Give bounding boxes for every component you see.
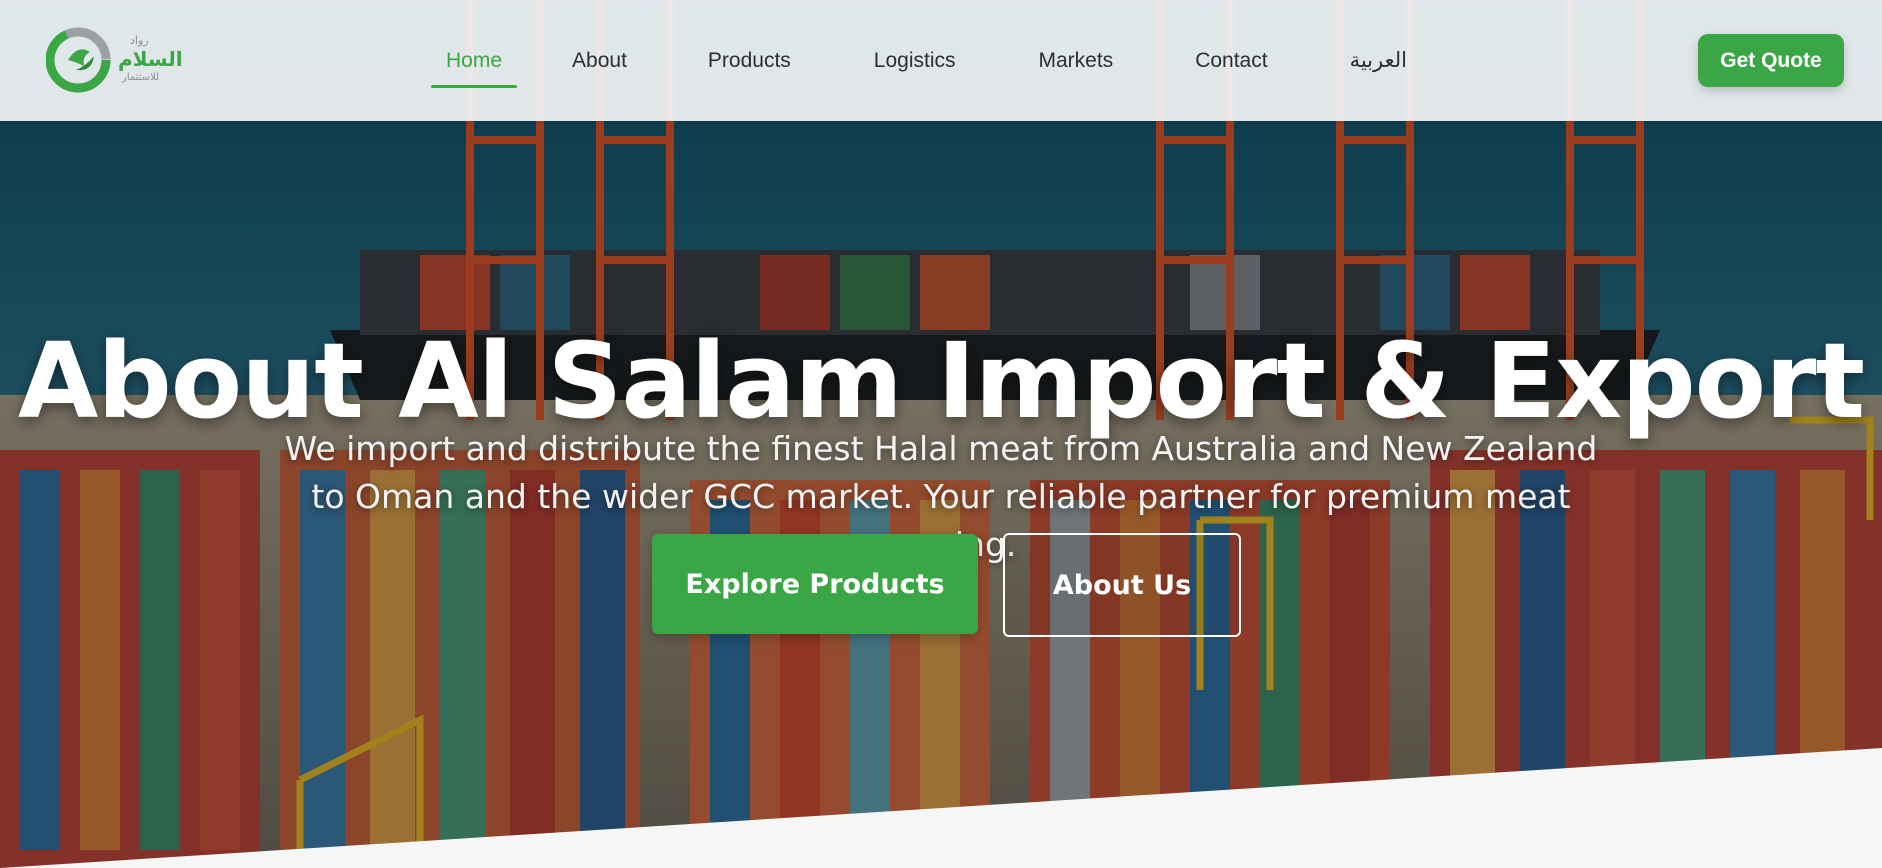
nav-language-label: العربية xyxy=(1349,49,1407,72)
svg-text:للاستثمار: للاستثمار xyxy=(121,72,159,83)
nav-products[interactable]: Products xyxy=(692,0,807,121)
get-quote-button[interactable]: Get Quote xyxy=(1698,34,1844,87)
svg-text:رواد: رواد xyxy=(130,34,149,47)
hero-title: About Al Salam Import & Export xyxy=(17,319,1865,442)
about-us-button[interactable]: About Us xyxy=(1003,533,1241,637)
nav-home-label: Home xyxy=(446,48,503,72)
active-underline xyxy=(431,85,518,88)
nav-products-label: Products xyxy=(707,48,791,72)
hero-section: About Al Salam Import & Export We import… xyxy=(0,0,1882,868)
nav-logistics[interactable]: Logistics xyxy=(858,0,972,121)
nav-language-arabic[interactable]: العربية xyxy=(1334,0,1423,121)
nav-about-label: About xyxy=(572,48,627,72)
nav-logistics-label: Logistics xyxy=(873,48,956,72)
logo-arabic-text: السلام xyxy=(118,47,183,71)
main-nav: Home About Products Logistics Markets Co… xyxy=(430,0,1423,121)
company-logo[interactable]: السلام رواد للاستثمار xyxy=(45,26,196,96)
nav-about[interactable]: About xyxy=(556,0,643,121)
nav-home[interactable]: Home xyxy=(430,0,518,121)
nav-markets[interactable]: Markets xyxy=(1023,0,1130,121)
nav-markets-label: Markets xyxy=(1038,48,1114,72)
nav-contact[interactable]: Contact xyxy=(1179,0,1283,121)
explore-products-button[interactable]: Explore Products xyxy=(652,534,978,634)
logo-emblem-icon: السلام رواد للاستثمار xyxy=(45,27,183,93)
nav-contact-label: Contact xyxy=(1195,48,1268,72)
site-header: السلام رواد للاستثمار Home About Product… xyxy=(0,0,1882,121)
